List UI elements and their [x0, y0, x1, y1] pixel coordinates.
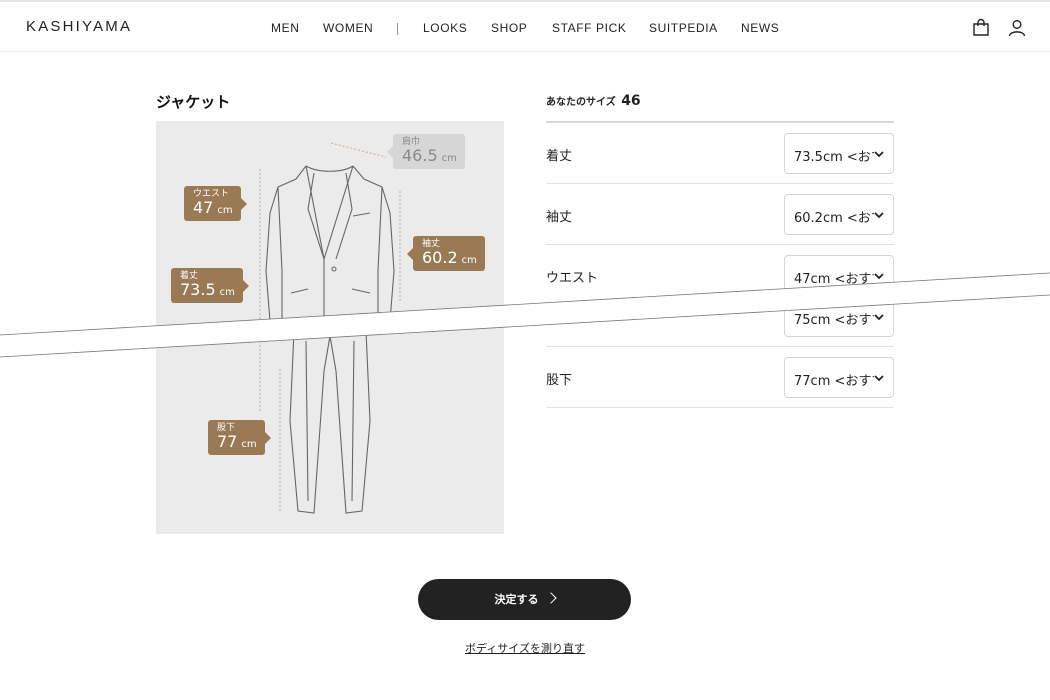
decide-button[interactable]: 決定する [418, 579, 631, 620]
remeasure-link[interactable]: ボディサイズを測り直す [0, 640, 1050, 656]
decide-button-label: 決定する [494, 593, 539, 606]
chevron-right-icon [544, 592, 557, 604]
